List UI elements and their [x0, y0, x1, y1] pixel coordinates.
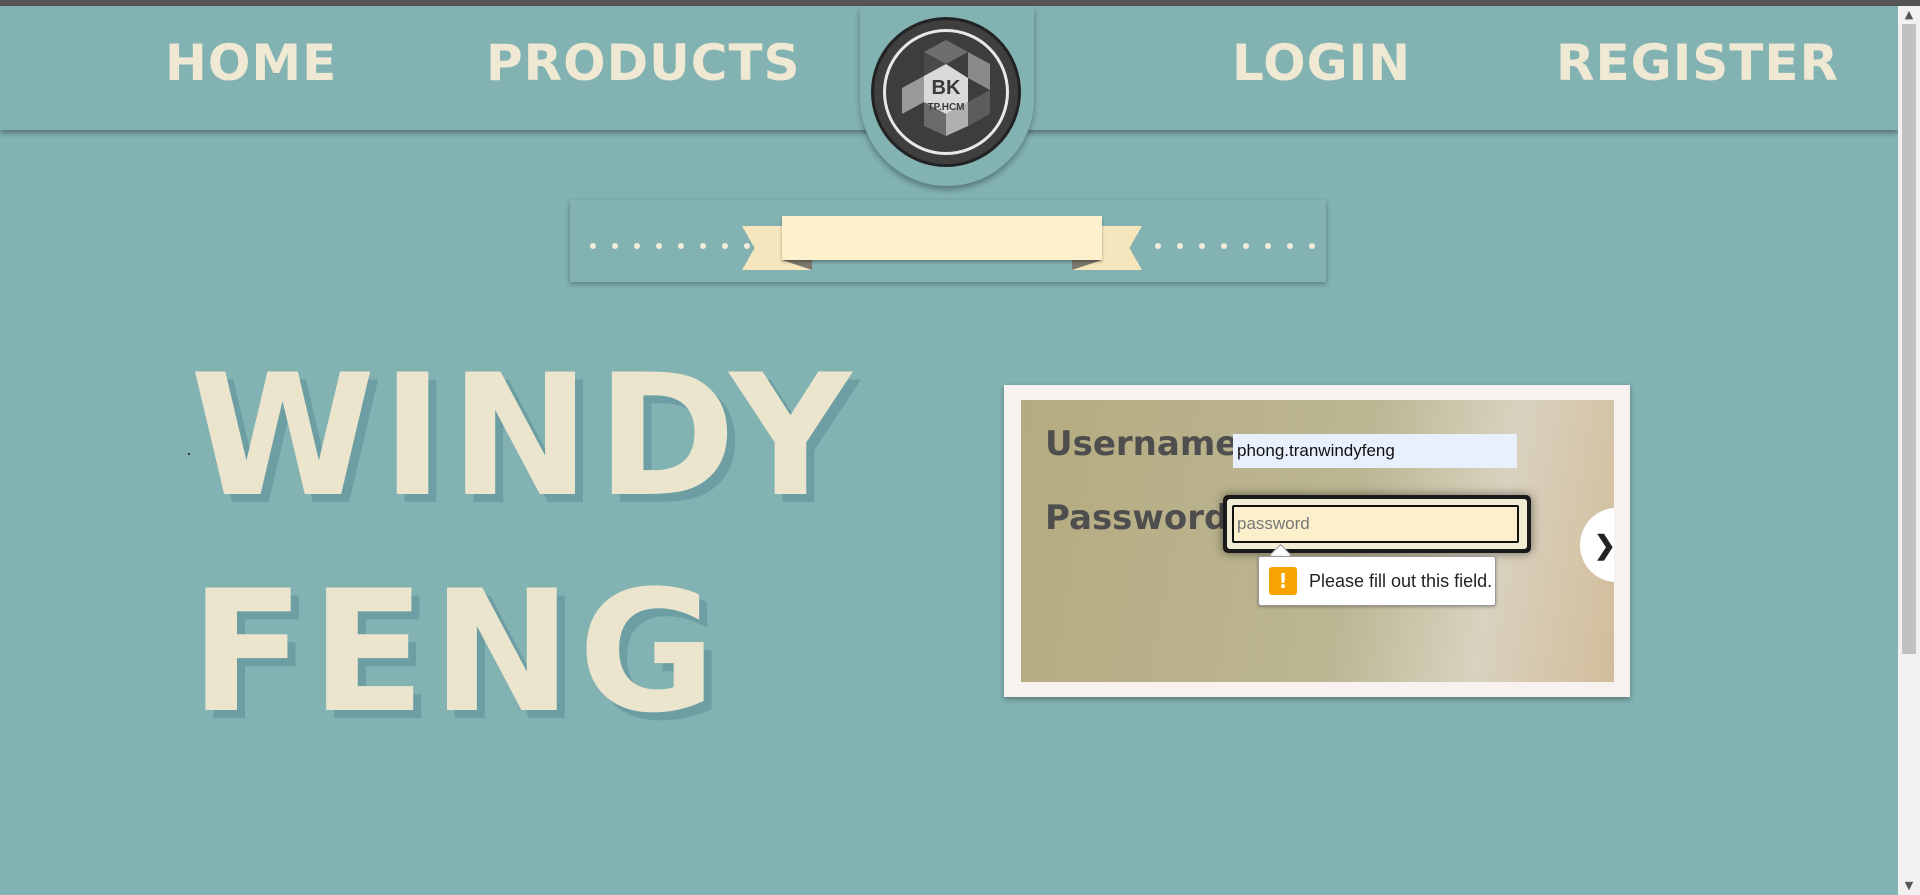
- logo-emblem: BK TP.HCM: [883, 29, 1009, 155]
- scroll-down-arrow-icon[interactable]: ▼: [1898, 877, 1920, 895]
- hero-title-line1: WINDY: [190, 338, 858, 534]
- scroll-thumb[interactable]: [1902, 24, 1916, 654]
- vertical-scrollbar[interactable]: ▲ ▼: [1898, 6, 1920, 895]
- username-label: Username:: [1045, 424, 1252, 464]
- hero-title-line2: FENG: [190, 554, 723, 750]
- logo-subtitle: TP.HCM: [927, 102, 965, 113]
- logo-title: BK: [931, 77, 961, 99]
- logo[interactable]: BK TP.HCM: [860, 6, 1034, 186]
- nav-home-link[interactable]: HOME: [165, 34, 337, 92]
- nav-products-link[interactable]: PRODUCTS: [486, 34, 801, 92]
- username-input[interactable]: [1233, 434, 1517, 468]
- login-card: Username: Password: ❯: [1004, 385, 1630, 697]
- login-form: Username: Password: ❯: [1021, 400, 1614, 682]
- nav-register-link[interactable]: REGISTER: [1556, 34, 1839, 92]
- chevron-right-icon: ❯: [1594, 530, 1614, 560]
- password-focus-frame: [1223, 495, 1531, 553]
- submit-button[interactable]: ❯: [1580, 508, 1614, 582]
- ribbon-banner: [782, 216, 1102, 260]
- password-label: Password:: [1045, 498, 1242, 538]
- password-input[interactable]: [1232, 505, 1519, 543]
- warning-icon: !: [1269, 567, 1297, 595]
- logo-badge: BK TP.HCM: [871, 17, 1021, 167]
- nav-login-link[interactable]: LOGIN: [1232, 34, 1411, 92]
- scroll-up-arrow-icon[interactable]: ▲: [1898, 6, 1920, 24]
- validation-tooltip: ! Please fill out this field.: [1258, 556, 1496, 606]
- banner-panel: [570, 200, 1326, 282]
- validation-message: Please fill out this field.: [1309, 571, 1493, 591]
